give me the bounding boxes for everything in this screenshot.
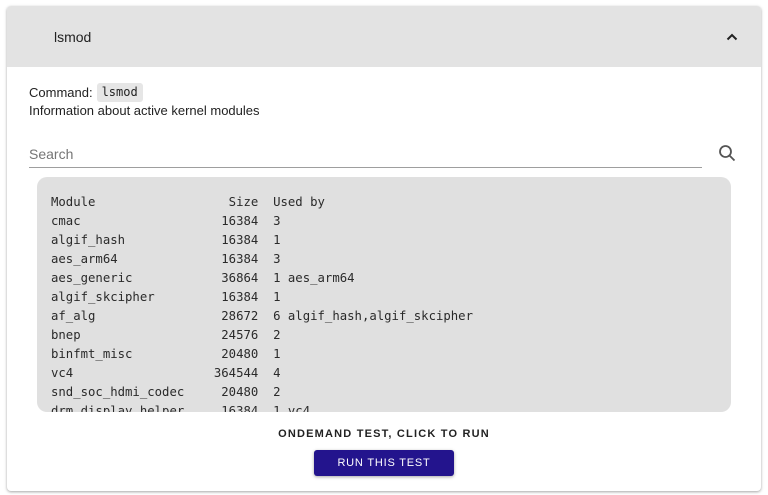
panel-header[interactable]: lsmod	[7, 6, 761, 67]
command-description: Information about active kernel modules	[29, 103, 260, 118]
ondemand-notice: ONDEMAND TEST, CLICK TO RUN	[278, 428, 490, 440]
search-input[interactable]	[29, 140, 702, 167]
lsmod-test-card: lsmod Command: lsmod Information about a…	[7, 6, 761, 491]
run-test-button[interactable]: RUN THIS TEST	[314, 450, 454, 476]
command-code: lsmod	[96, 83, 143, 102]
command-line: Command: lsmod	[29, 83, 260, 102]
search-field	[29, 140, 702, 168]
chevron-up-icon[interactable]	[725, 30, 739, 44]
command-label: Command:	[29, 85, 93, 100]
command-info: Command: lsmod Information about active …	[29, 83, 260, 119]
panel-title: lsmod	[54, 28, 92, 45]
command-output[interactable]: Module Size Used by cmac 16384 3 algif_h…	[37, 177, 731, 412]
output-text: Module Size Used by cmac 16384 3 algif_h…	[51, 195, 473, 412]
search-icon[interactable]	[716, 142, 738, 164]
